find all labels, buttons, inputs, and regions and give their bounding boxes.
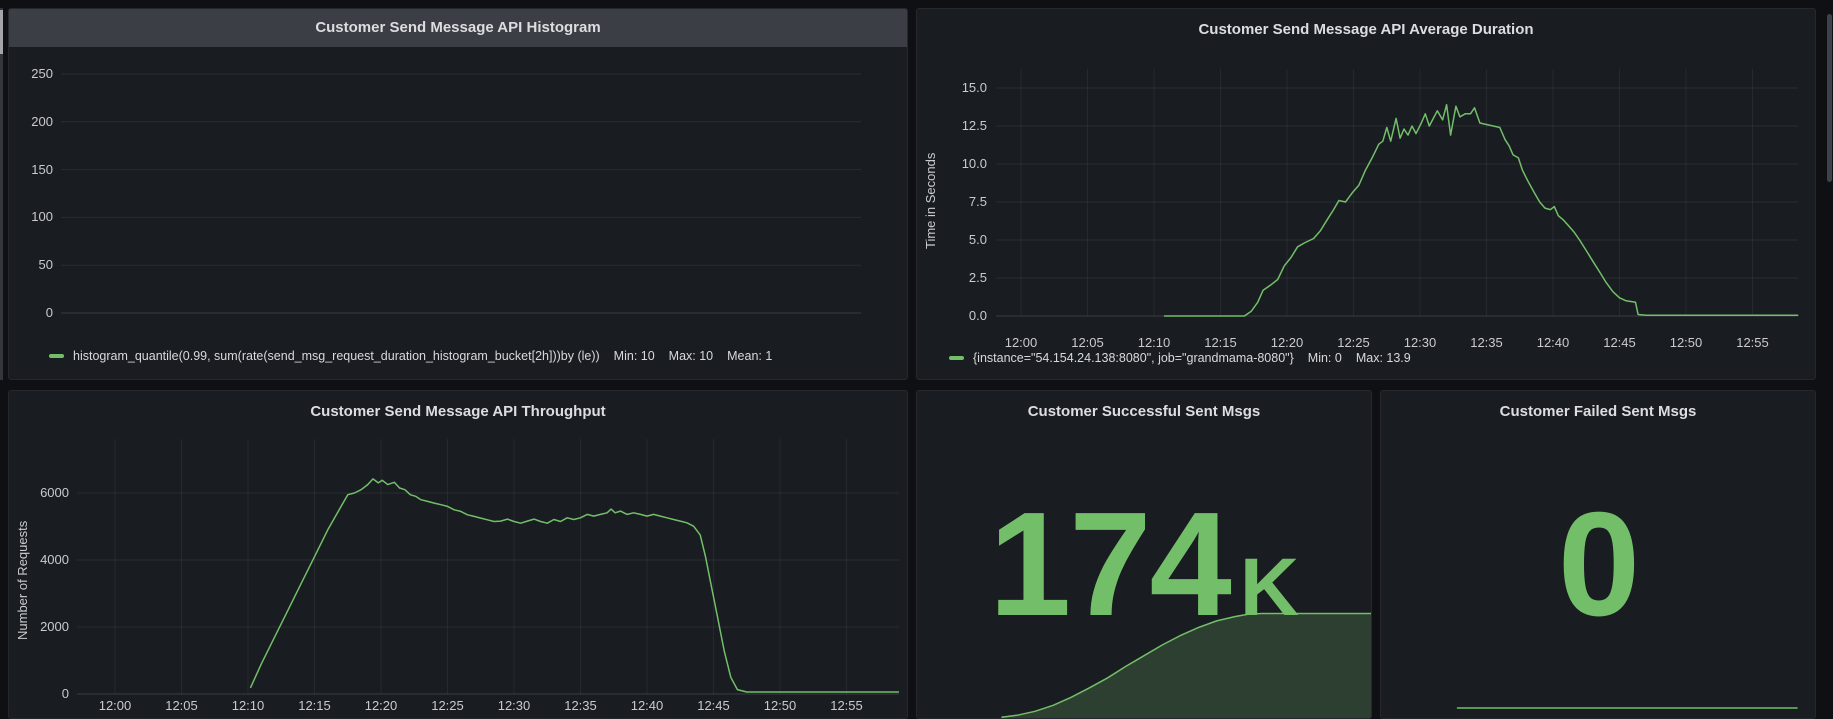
throughput-chart[interactable] <box>9 391 907 718</box>
side-menu-edge <box>0 8 3 380</box>
histogram-chart[interactable] <box>9 9 907 379</box>
panel-title-throughput[interactable]: Customer Send Message API Throughput <box>9 403 907 420</box>
failed-sent-value: 0 <box>1381 491 1815 639</box>
y-tick-label: 10.0 <box>939 157 987 171</box>
y-tick-label: 0 <box>21 687 69 701</box>
x-tick-label: 12:05 <box>1062 335 1114 350</box>
x-tick-label: 12:40 <box>621 698 673 713</box>
legend-max: Max: 10 <box>669 349 713 363</box>
y-tick-label: 100 <box>8 210 53 224</box>
legend-min: Min: 0 <box>1308 351 1342 365</box>
y-tick-label: 150 <box>8 163 53 177</box>
x-tick-label: 12:20 <box>1261 335 1313 350</box>
y-axis-label: Time in Seconds <box>923 153 938 249</box>
y-tick-label: 250 <box>8 67 53 81</box>
panel-throughput: Customer Send Message API Throughput Num… <box>8 390 908 719</box>
x-tick-label: 12:00 <box>995 335 1047 350</box>
y-tick-label: 2.5 <box>939 271 987 285</box>
x-tick-label: 12:10 <box>222 698 274 713</box>
stat-number: 0 <box>1558 482 1638 647</box>
y-tick-label: 200 <box>8 115 53 129</box>
legend-query[interactable]: histogram_quantile(0.99, sum(rate(send_m… <box>73 349 600 363</box>
legend-series[interactable]: {instance="54.154.24.138:8080", job="gra… <box>973 351 1294 365</box>
x-tick-label: 12:50 <box>754 698 806 713</box>
avg-duration-chart[interactable] <box>917 9 1815 379</box>
y-tick-label: 50 <box>8 258 53 272</box>
legend-swatch-icon <box>49 354 64 358</box>
panel-histogram: Customer Send Message API Histogram hist… <box>8 8 908 380</box>
x-tick-label: 12:35 <box>555 698 607 713</box>
legend-avg-duration: {instance="54.154.24.138:8080", job="gra… <box>949 351 1411 365</box>
panel-avg-duration: Customer Send Message API Average Durati… <box>916 8 1816 380</box>
x-tick-label: 12:45 <box>1594 335 1646 350</box>
x-tick-label: 12:40 <box>1527 335 1579 350</box>
scrollbar-thumb[interactable] <box>1827 14 1832 182</box>
y-tick-label: 0.0 <box>939 309 987 323</box>
legend-swatch-icon <box>949 356 964 360</box>
grafana-dashboard: Customer Send Message API Histogram hist… <box>0 0 1833 719</box>
legend-mean: Mean: 1 <box>727 349 772 363</box>
legend-histogram: histogram_quantile(0.99, sum(rate(send_m… <box>49 349 905 363</box>
x-tick-label: 12:55 <box>821 698 873 713</box>
x-tick-label: 12:35 <box>1461 335 1513 350</box>
x-tick-label: 12:10 <box>1128 335 1180 350</box>
panel-title-avg-duration[interactable]: Customer Send Message API Average Durati… <box>917 21 1815 38</box>
y-tick-label: 2000 <box>21 620 69 634</box>
x-tick-label: 12:30 <box>488 698 540 713</box>
y-tick-label: 12.5 <box>939 119 987 133</box>
y-tick-label: 0 <box>8 306 53 320</box>
panel-title-successful-sent[interactable]: Customer Successful Sent Msgs <box>917 403 1371 420</box>
panel-title-histogram[interactable]: Customer Send Message API Histogram <box>9 9 907 47</box>
x-tick-label: 12:50 <box>1660 335 1712 350</box>
successful-sent-value: 174K <box>917 491 1371 639</box>
x-tick-label: 12:30 <box>1394 335 1446 350</box>
y-tick-label: 4000 <box>21 553 69 567</box>
x-tick-label: 12:45 <box>688 698 740 713</box>
y-tick-label: 6000 <box>21 486 69 500</box>
x-tick-label: 12:15 <box>289 698 341 713</box>
x-tick-label: 12:25 <box>1328 335 1380 350</box>
x-tick-label: 12:25 <box>422 698 474 713</box>
x-tick-label: 12:20 <box>355 698 407 713</box>
x-tick-label: 12:05 <box>156 698 208 713</box>
y-tick-label: 7.5 <box>939 195 987 209</box>
legend-min: Min: 10 <box>614 349 655 363</box>
x-tick-label: 12:00 <box>89 698 141 713</box>
stat-number: 174 <box>989 482 1230 647</box>
panel-title-failed-sent[interactable]: Customer Failed Sent Msgs <box>1381 403 1815 420</box>
x-tick-label: 12:15 <box>1195 335 1247 350</box>
panel-successful-sent: Customer Successful Sent Msgs 174K <box>916 390 1372 719</box>
x-tick-label: 12:55 <box>1727 335 1779 350</box>
legend-max: Max: 13.9 <box>1356 351 1411 365</box>
y-tick-label: 5.0 <box>939 233 987 247</box>
stat-suffix: K <box>1240 542 1299 633</box>
side-menu-edge-highlight <box>0 10 3 54</box>
panel-failed-sent: Customer Failed Sent Msgs 0 <box>1380 390 1816 719</box>
y-tick-label: 15.0 <box>939 81 987 95</box>
